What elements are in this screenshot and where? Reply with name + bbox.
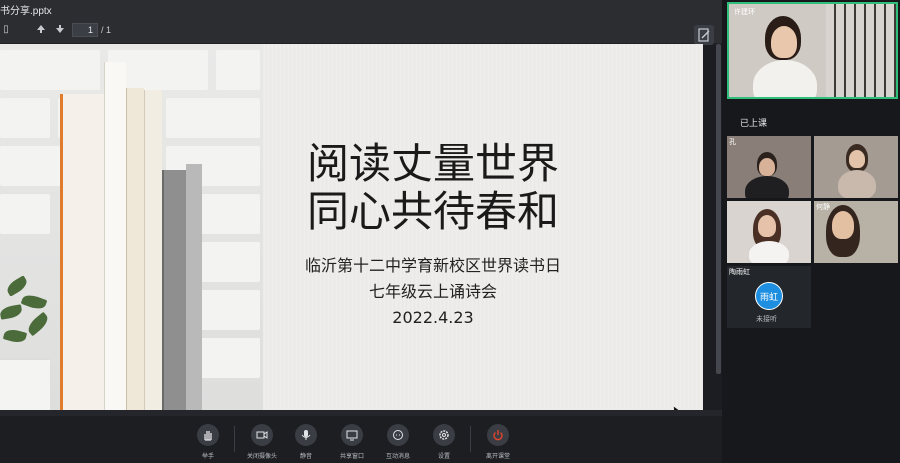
viewer-scrollbar[interactable] — [716, 44, 721, 374]
page-total: / 1 — [101, 25, 112, 35]
books-photo — [0, 44, 263, 410]
camera-button[interactable]: 关闭摄像头 — [242, 424, 282, 460]
slide-subtitle-line1: 临沂第十二中学育新校区世界读书日 — [304, 256, 561, 275]
camera-label: 关闭摄像头 — [246, 454, 277, 460]
viewer-toolbar: ▯ 1 / 1 — [0, 18, 722, 45]
leave-class-label: 离开课堂 — [485, 454, 510, 460]
settings-button[interactable]: 设置 — [424, 424, 464, 460]
page-number-input[interactable]: 1 — [72, 23, 98, 37]
chat-icon — [393, 430, 403, 440]
attended-section-label: 已上课 — [740, 118, 768, 128]
raise-hand-label: 举手 — [201, 454, 214, 460]
presenter-video[interactable]: 许建环 — [727, 2, 898, 99]
share-window-label: 共享窗口 — [339, 454, 364, 460]
fit-page-icon[interactable]: ▯ — [0, 24, 12, 36]
participant-tile[interactable] — [814, 136, 898, 198]
participant-status: 未接听 — [756, 316, 777, 323]
edit-icon — [698, 28, 710, 42]
annotate-button[interactable] — [694, 25, 714, 45]
share-screen-icon — [346, 430, 358, 441]
avatar: 雨虹 — [755, 282, 783, 310]
share-window-button[interactable]: 共享窗口 — [332, 424, 372, 460]
power-icon — [493, 430, 503, 441]
leave-class-button[interactable]: 离开课堂 — [478, 424, 518, 460]
prev-page-icon[interactable] — [35, 24, 47, 36]
chat-button[interactable]: 互动消息 — [378, 424, 418, 460]
participant-tile[interactable] — [727, 201, 811, 263]
slide-date: 2022.4.23 — [392, 308, 474, 327]
participant-tile[interactable]: 孔 — [727, 136, 811, 198]
viewer-titlebar: 书分享.pptx — [0, 0, 722, 18]
plant-pot — [0, 358, 50, 410]
file-name: 书分享.pptx — [0, 6, 52, 17]
classroom-controls: 举手 关闭摄像头 静音 共享窗口 互动消息 设置 离开课堂 — [0, 416, 722, 463]
mute-button[interactable]: 静音 — [286, 424, 326, 460]
camera-icon — [256, 431, 268, 439]
next-page-icon[interactable] — [54, 24, 66, 36]
presentation-slide: 阅读丈量世界 同心共待春和 临沂第十二中学育新校区世界读书日 七年级云上诵诗会 … — [0, 44, 703, 410]
participant-name: 孔 — [729, 139, 736, 146]
raise-hand-icon — [204, 431, 212, 441]
participant-name: 陶雨虹 — [729, 269, 750, 276]
participant-name: 何静 — [816, 204, 830, 211]
participant-tile[interactable]: 何静 — [814, 201, 898, 263]
gear-icon — [439, 430, 449, 440]
slide-title-line1: 阅读丈量世界 — [306, 139, 559, 188]
slide-title-line2: 同心共待春和 — [306, 187, 559, 236]
raise-hand-button[interactable]: 举手 — [188, 424, 228, 460]
classroom-window: 书分享.pptx ▯ 1 / 1 阅读丈量世界 同心共待春和 临沂第十二中学育新… — [0, 0, 900, 463]
mute-label: 静音 — [299, 454, 312, 460]
chat-label: 互动消息 — [385, 454, 410, 460]
microphone-icon — [301, 430, 311, 440]
settings-label: 设置 — [437, 454, 450, 460]
presenter-name: 许建环 — [734, 9, 755, 16]
slide-subtitle-line2: 七年级云上诵诗会 — [368, 282, 497, 301]
